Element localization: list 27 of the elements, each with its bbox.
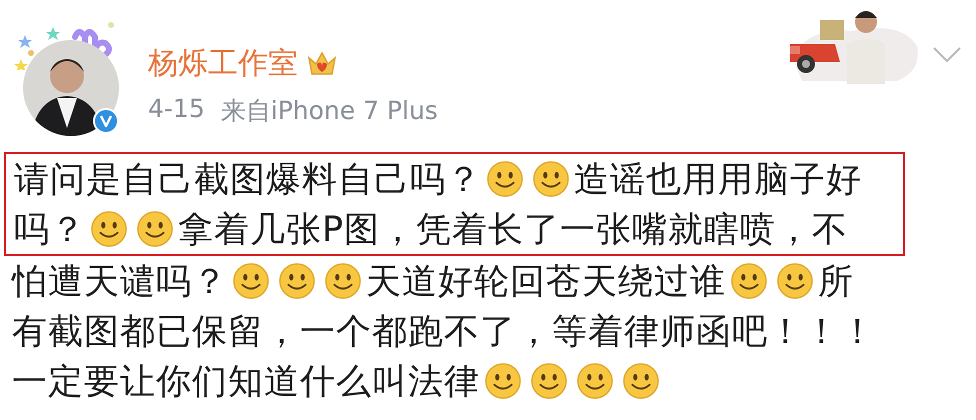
post-text: 拿着几张P图，凭着长了一张嘴就瞎喷，不 (178, 208, 848, 252)
smile-icon (484, 362, 522, 400)
post-text: 请问是自己截图爆料自己吗？ (14, 158, 482, 202)
post-text: 怕遭天谴吗？ (12, 260, 228, 304)
post-text: 吗？ (14, 208, 86, 252)
smile-icon (730, 262, 768, 300)
smile-icon (532, 160, 570, 198)
post-text: 有截图都已保留，一个都跑不了，等着律师函吧！！！ (12, 310, 876, 354)
post-text: 一定要让你们知道什么叫法律 (12, 360, 480, 404)
smile-icon (136, 210, 174, 248)
crown-icon (306, 50, 338, 78)
smile-icon (776, 262, 814, 300)
post-date: 4-15 (148, 94, 205, 125)
post-source: 来自iPhone 7 Plus (220, 95, 438, 127)
author-name[interactable]: 杨烁工作室 (148, 46, 298, 82)
smile-icon (486, 160, 524, 198)
smile-icon (90, 210, 128, 248)
smile-icon (530, 362, 568, 400)
post-text: 天道好轮回苍天绕过谁 (366, 260, 726, 304)
post-text: 所 (818, 260, 854, 304)
verified-badge-icon (93, 108, 119, 134)
smile-icon (622, 362, 660, 400)
post-text: 造谣也用用脑子好 (574, 158, 862, 202)
smile-icon (232, 262, 270, 300)
smile-icon (576, 362, 614, 400)
smile-icon (324, 262, 362, 300)
smile-icon (278, 262, 316, 300)
